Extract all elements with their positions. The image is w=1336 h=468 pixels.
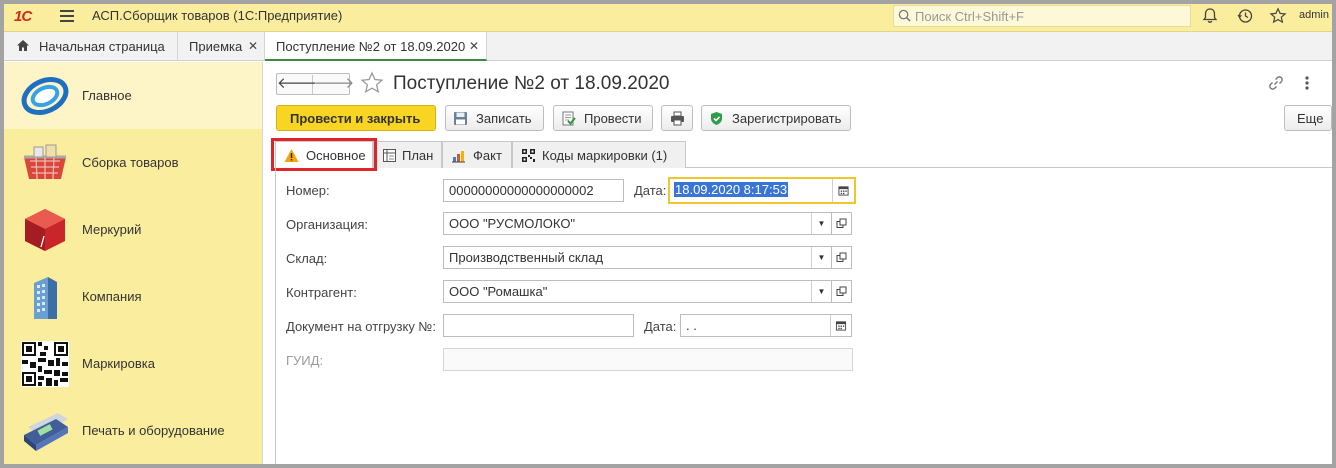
number-field[interactable]: 00000000000000000002 [443, 179, 624, 202]
chevron-down-icon[interactable]: ▼ [811, 213, 831, 234]
date-value: 18.09.2020 8:17:53 [674, 182, 789, 197]
building-icon [34, 277, 57, 319]
organization-value: ООО "РУСМОЛОКО" [449, 216, 576, 231]
tab-plan[interactable]: План [373, 141, 442, 168]
sidebar-item-mercury[interactable]: Меркурий [4, 196, 262, 263]
qr-code-icon [21, 341, 69, 387]
tab-highlight-frame [271, 138, 377, 171]
sidebar-item-label: Печать и оборудование [82, 423, 225, 438]
more-actions-button[interactable]: Еще [1284, 105, 1332, 131]
organization-label: Организация: [286, 217, 369, 232]
main-section-icon [21, 77, 69, 115]
open-organization-button[interactable] [831, 212, 852, 235]
printer-icon [671, 111, 684, 126]
user-name[interactable]: admin [1299, 9, 1329, 21]
tab-receiving[interactable]: Приемка ✕ [178, 32, 265, 61]
window-title: АСП.Сборщик товаров (1С:Предприятие) [92, 8, 343, 23]
shield-check-icon [711, 112, 722, 125]
tab-home[interactable]: Начальная страница [4, 32, 178, 61]
history-icon[interactable] [1236, 7, 1254, 25]
tab-marking-codes[interactable]: Коды маркировки (1) [512, 141, 686, 168]
qr-code-icon [522, 149, 535, 162]
number-label: Номер: [286, 183, 330, 198]
tab-fact[interactable]: Факт [442, 141, 512, 168]
counterparty-value: ООО "Ромашка" [449, 284, 548, 299]
sidebar-item-label: Главное [82, 88, 132, 103]
post-document-icon [562, 111, 576, 126]
date-label: Дата: [634, 183, 667, 198]
register-button[interactable]: Зарегистрировать [701, 105, 851, 131]
cube-icon [25, 209, 65, 251]
favorite-star-icon[interactable] [360, 71, 384, 95]
form-tabs: Основное План Факт Коды маркировки (1) [275, 141, 1332, 169]
shipment-date-value: . . [686, 318, 697, 333]
sidebar-item-assembly[interactable]: Сборка товаров [4, 129, 262, 196]
sidebar-item-main[interactable]: Главное [4, 62, 262, 129]
tab-label: Поступление №2 от 18.09.2020 [276, 39, 466, 54]
tab-label: Начальная страница [39, 39, 165, 54]
plan-icon [383, 149, 396, 162]
open-warehouse-button[interactable] [831, 246, 852, 269]
open-form-icon [836, 286, 847, 296]
sidebar-item-label: Маркировка [82, 356, 155, 371]
chevron-down-icon[interactable]: ▼ [811, 247, 831, 268]
sidebar-item-label: Меркурий [82, 222, 142, 237]
close-icon[interactable]: ✕ [248, 39, 258, 53]
chart-icon [452, 151, 465, 163]
main-menu-icon[interactable] [60, 10, 74, 22]
organization-field[interactable]: ООО "РУСМОЛОКО" ▼ [443, 212, 832, 235]
floppy-disk-icon [454, 112, 467, 125]
basket-icon [24, 144, 66, 180]
shipment-document-label: Документ на отгрузку №: [286, 319, 436, 334]
post-and-close-button[interactable]: Провести и закрыть [276, 105, 436, 131]
search-input[interactable]: Поиск Ctrl+Shift+F [893, 5, 1191, 27]
back-arrow-icon[interactable]: 🡐 [277, 75, 317, 95]
forward-arrow-icon[interactable]: 🡒 [314, 75, 354, 95]
print-button[interactable] [661, 105, 693, 131]
shipment-date-label: Дата: [644, 319, 677, 334]
calendar-icon[interactable] [832, 179, 854, 202]
sidebar-item-company[interactable]: Компания [4, 263, 262, 330]
sections-sidebar: Главное Сборка товаров Меркурий Компания [4, 62, 262, 464]
warehouse-value: Производственный склад [449, 250, 604, 265]
search-icon [898, 9, 911, 22]
sidebar-item-marking[interactable]: Маркировка [4, 330, 262, 397]
favorites-star-icon[interactable] [1269, 7, 1287, 25]
navigation-buttons: 🡐 🡒 [276, 73, 354, 95]
shipment-document-field[interactable] [443, 314, 634, 337]
terminal-icon [24, 413, 68, 451]
warehouse-label: Склад: [286, 251, 328, 266]
open-form-icon [836, 252, 847, 262]
search-placeholder: Поиск Ctrl+Shift+F [915, 9, 1024, 24]
shipment-date-field[interactable]: . . [680, 314, 852, 337]
page-title: Поступление №2 от 18.09.2020 [393, 73, 670, 94]
counterparty-label: Контрагент: [286, 285, 357, 300]
save-button[interactable]: Записать [445, 105, 544, 131]
tab-label: Приемка [189, 39, 243, 54]
bell-icon[interactable] [1201, 7, 1219, 25]
sidebar-item-print-equipment[interactable]: Печать и оборудование [4, 397, 262, 464]
calendar-icon[interactable] [830, 315, 851, 336]
main-tab-content: Номер: 00000000000000000002 Дата: 18.09.… [275, 168, 1332, 464]
warehouse-field[interactable]: Производственный склад ▼ [443, 246, 832, 269]
title-bar: 1С АСП.Сборщик товаров (1С:Предприятие) … [0, 0, 1336, 32]
counterparty-field[interactable]: ООО "Ромашка" ▼ [443, 280, 832, 303]
guid-label: ГУИД: [286, 353, 324, 368]
open-counterparty-button[interactable] [831, 280, 852, 303]
open-form-icon [836, 218, 847, 228]
open-tabs-bar: Начальная страница Приемка ✕ Поступление… [0, 32, 1336, 61]
document-form: 🡐 🡒 Поступление №2 от 18.09.2020 Провест… [263, 62, 1332, 464]
more-vertical-icon[interactable] [1303, 74, 1311, 92]
sidebar-item-label: Компания [82, 289, 142, 304]
guid-field [443, 348, 853, 371]
chevron-down-icon[interactable]: ▼ [811, 281, 831, 302]
post-button[interactable]: Провести [553, 105, 653, 131]
tab-receipt-document[interactable]: Поступление №2 от 18.09.2020 ✕ [265, 32, 487, 61]
link-icon[interactable] [1267, 74, 1285, 92]
date-field[interactable]: 18.09.2020 8:17:53 [668, 177, 856, 204]
app-logo: 1С [14, 8, 32, 25]
home-icon [17, 40, 29, 51]
sidebar-item-label: Сборка товаров [82, 155, 179, 170]
close-icon[interactable]: ✕ [469, 39, 479, 53]
